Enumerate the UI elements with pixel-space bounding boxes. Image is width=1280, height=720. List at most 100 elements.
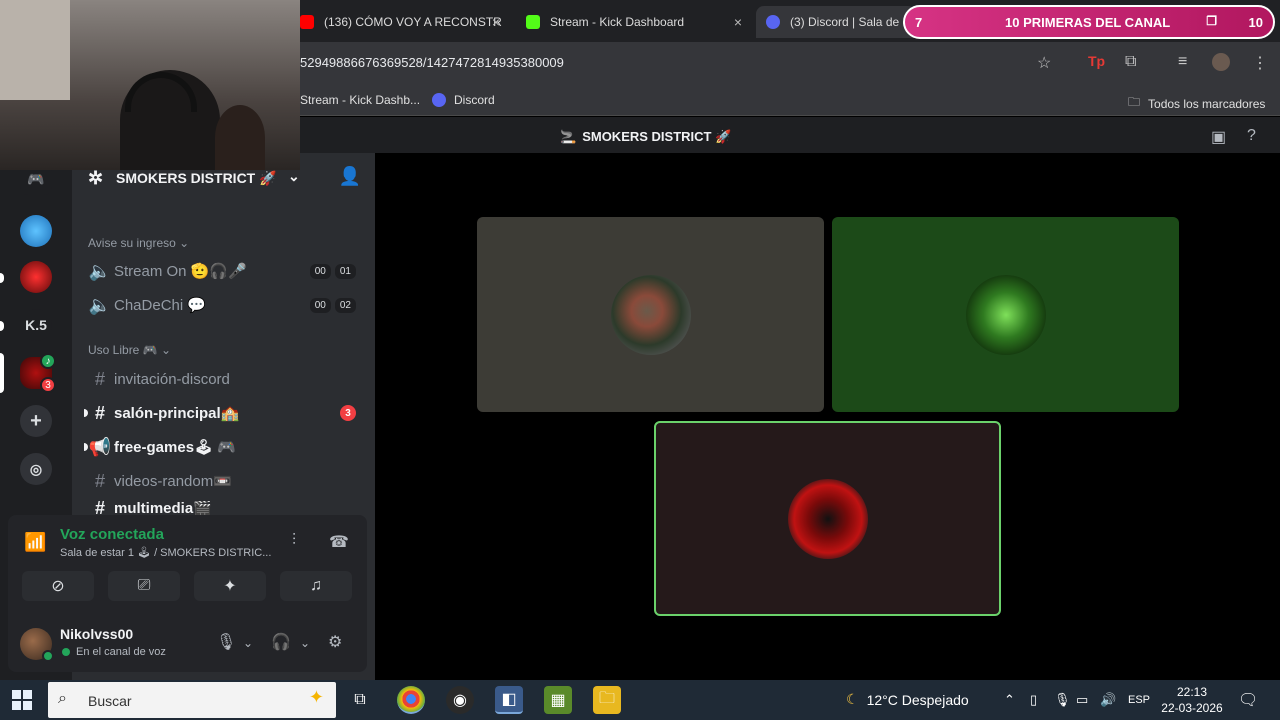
category-uso-libre[interactable]: Uso Libre 🎮 ⌄ <box>88 343 171 357</box>
audio-options-chevron-icon[interactable]: ⌄ <box>300 636 310 650</box>
noise-suppression-icon[interactable]: ⫶ <box>292 532 296 550</box>
overlay-title: 10 PRIMERAS DEL CANAL <box>1005 15 1171 30</box>
youtube-icon <box>300 15 314 29</box>
all-bookmarks[interactable]: 🗀 Todos los marcadores <box>1128 93 1265 114</box>
hashtag-icon: # <box>94 501 105 515</box>
url-field[interactable]: 5294988667636952​8/1427472814935380009 <box>300 55 564 70</box>
all-bookmarks-label: Todos los marcadores <box>1148 96 1266 111</box>
profile-avatar-icon[interactable] <box>1212 53 1230 71</box>
search-icon: ⌕ <box>58 690 67 707</box>
device-icon[interactable]: ▯ <box>1030 692 1037 708</box>
activities-icon: ✦ <box>223 578 237 595</box>
invite-people-icon[interactable]: 👤 <box>339 166 361 187</box>
disconnect-icon[interactable]: ☎ <box>329 532 349 552</box>
announcement-channel-free-games[interactable]: 📢 free-games🕹 🎮 <box>84 433 362 461</box>
server-settings-icon[interactable]: ✲ <box>88 168 103 189</box>
voice-status[interactable]: Voz conectada <box>60 526 164 543</box>
file-explorer-icon[interactable]: 🗀 <box>593 686 621 714</box>
user-settings-gear-icon[interactable]: ⚙ <box>328 632 342 652</box>
media-queue-icon[interactable]: ≡ <box>1178 53 1187 71</box>
system-clock[interactable]: 22:13 22-03-2026 <box>1160 684 1224 716</box>
moon-icon: ☾ <box>846 691 859 707</box>
category-label: Avise su ingreso ⌄ <box>88 236 190 250</box>
kebab-menu-icon[interactable]: ⋮ <box>1252 53 1268 73</box>
task-view-icon[interactable]: ⧉ <box>346 686 374 714</box>
inbox-icon[interactable]: ▣ <box>1211 127 1226 147</box>
megaphone-icon: 📢 <box>88 436 112 457</box>
help-icon[interactable]: ? <box>1247 127 1256 145</box>
server-icon-k5[interactable]: K.5 <box>20 309 52 341</box>
voice-indicator-icon: ♪ <box>40 353 56 369</box>
notifications-icon[interactable]: 🗨 <box>1238 690 1258 710</box>
language-indicator[interactable]: ESP <box>1128 694 1150 706</box>
search-placeholder: Buscar <box>88 693 132 709</box>
discord-icon <box>432 93 446 107</box>
explore-icon[interactable]: ◎ <box>20 453 52 485</box>
windows-start-icon[interactable] <box>12 690 32 710</box>
unread-pill <box>0 273 4 283</box>
microphone-tray-icon[interactable]: 🎙 <box>1054 692 1071 708</box>
microphone-icon[interactable]: 🎙 <box>216 632 236 652</box>
signal-icon[interactable]: 📶 <box>24 532 46 553</box>
weather-widget[interactable]: ☾ 12°C Despejado <box>846 691 969 708</box>
avatar[interactable] <box>20 628 54 662</box>
mic-options-chevron-icon[interactable]: ⌄ <box>243 636 253 650</box>
mention-badge: 3 <box>40 377 56 393</box>
voice-location[interactable]: Sala de estar 1 🕹 / SMOKERS DISTRIC... <box>60 546 271 559</box>
online-status-dot <box>42 650 54 662</box>
text-channel-salon-principal[interactable]: # salón-principal🏫 3 <box>84 399 362 427</box>
activities-button[interactable]: ✦ <box>194 571 266 601</box>
participant-tile[interactable] <box>832 217 1179 412</box>
user-count: 00 01 <box>309 263 356 279</box>
bookmark-discord[interactable]: Discord <box>432 93 495 107</box>
overlay-left-number: 7 <box>915 15 923 30</box>
user-status-text: En el canal de voz <box>76 646 166 658</box>
text-channel-invitacion[interactable]: # invitación-discord <box>86 365 362 393</box>
tab-title: Stream - Kick Dashboard <box>550 15 685 29</box>
title-prefix-icon: 🚬 <box>560 129 577 144</box>
username[interactable]: Nikolvss00 <box>60 626 133 642</box>
category-avise[interactable]: Avise su ingreso ⌄ <box>88 236 189 250</box>
bookmark-label: Stream - Kick Dashb... <box>300 93 421 107</box>
channel-name: salón-principal🏫 <box>114 405 240 422</box>
soundboard-icon: ♫ <box>310 577 322 594</box>
tab-kick-dashboard[interactable]: Stream - Kick Dashboard × <box>516 6 752 38</box>
server-icon-blue[interactable] <box>20 215 52 247</box>
restore-icon[interactable]: ❐ <box>1206 14 1217 28</box>
tab-discord[interactable]: (3) Discord | Sala de es <box>756 6 916 38</box>
add-server-icon[interactable]: + <box>20 405 52 437</box>
headphones-icon[interactable]: 🎧 <box>271 632 291 652</box>
category-label: Uso Libre 🎮 ⌄ <box>88 343 172 357</box>
extension-tp-icon[interactable]: Tp <box>1088 53 1105 69</box>
user-panel: Nikolvss00 En el canal de voz 🎙 ⌄ 🎧 ⌄ ⚙ <box>8 610 367 672</box>
obs-icon[interactable]: ◉ <box>446 686 474 714</box>
close-icon[interactable]: × <box>492 14 500 30</box>
bookmark-kick[interactable]: Stream - Kick Dashb... <box>300 93 420 107</box>
minecraft-icon[interactable]: ▦ <box>544 686 572 714</box>
close-icon[interactable]: × <box>734 14 742 30</box>
folder-icon: 🗀 <box>1128 95 1141 109</box>
mention-badge: 3 <box>340 405 356 421</box>
participant-tile[interactable] <box>477 217 824 412</box>
chrome-icon[interactable] <box>397 686 425 714</box>
voice-channel-stream-on[interactable]: 🔈 Stream On 🫡🎧🎤 00 01 <box>86 257 362 285</box>
tab-youtube[interactable]: (136) CÓMO VOY A RECONSTR × <box>290 6 510 38</box>
screen-share-button[interactable]: ⎚ <box>108 571 180 601</box>
camera-off-button[interactable]: ⊘ <box>22 571 94 601</box>
chevron-up-icon[interactable]: ⌃ <box>1004 692 1015 708</box>
app-icon[interactable]: ◧ <box>495 686 523 714</box>
network-icon[interactable]: ▭ <box>1076 692 1088 708</box>
count-a: 00 <box>309 263 331 279</box>
text-channel-videos-random[interactable]: # videos-random📼 <box>86 467 362 495</box>
voice-channel-chadechi[interactable]: 🔈 ChaDeChi 💬 00 02 <box>86 291 362 319</box>
star-icon[interactable]: ☆ <box>1037 53 1051 73</box>
volume-icon[interactable]: 🔊 <box>1100 692 1116 708</box>
taskbar-search[interactable]: ⌕ Buscar ✦ <box>48 682 336 718</box>
bookmark-label: Discord <box>454 93 495 107</box>
text-channel-multimedia[interactable]: # multimedia🎬 <box>86 501 362 515</box>
server-icon-red[interactable] <box>20 261 52 293</box>
extensions-puzzle-icon[interactable]: ⧉ <box>1125 53 1136 71</box>
participant-tile-speaking[interactable] <box>654 421 1001 616</box>
soundboard-button[interactable]: ♫ <box>280 571 352 601</box>
hashtag-icon: # <box>94 402 105 423</box>
